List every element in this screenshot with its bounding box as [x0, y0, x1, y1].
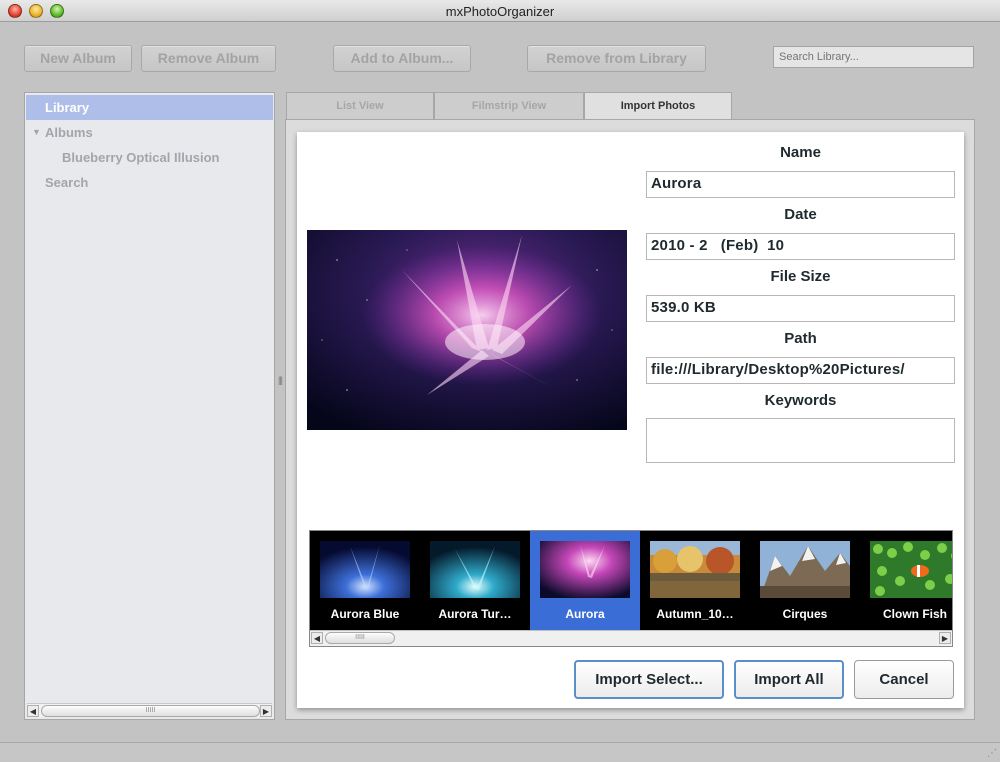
import-card: Name Aurora Date 2010 - 2 (Feb) 10 File … — [297, 132, 964, 708]
thumbnail-caption: Aurora Tur… — [438, 607, 512, 621]
sidebar-item-label: Search — [45, 175, 89, 190]
remove-album-button[interactable]: Remove Album — [141, 45, 276, 72]
keywords-field[interactable] — [646, 418, 955, 463]
status-bar: ⋰ — [0, 742, 1000, 762]
sidebar-item-label: Library — [45, 100, 90, 115]
window-title: mxPhotoOrganizer — [445, 4, 555, 19]
thumbnail-caption: Clown Fish — [883, 607, 947, 621]
sidebar-item-search[interactable]: Search — [26, 170, 273, 195]
thumbnail-image — [430, 541, 520, 598]
split-view-divider-handle[interactable]: ||| — [278, 375, 284, 389]
sidebar-item-albums[interactable]: ▼ Albums — [26, 120, 273, 145]
path-field[interactable]: file:///Library/Desktop%20Pictures/ — [646, 357, 955, 384]
date-label: Date — [784, 206, 817, 223]
filmstrip-horizontal-scrollbar[interactable]: ◀ IIIII ▶ — [310, 630, 952, 646]
thumbnail-image — [650, 541, 740, 598]
photo-preview-image — [307, 230, 627, 430]
scroll-right-arrow-icon[interactable]: ▶ — [939, 632, 951, 644]
scroll-thumb[interactable]: IIIII — [325, 632, 395, 644]
thumbnail-caption: Autumn_10… — [656, 607, 734, 621]
filmstrip-item-autumn[interactable]: Autumn_10… — [640, 531, 750, 631]
name-field[interactable]: Aurora — [646, 171, 955, 198]
thumbnail-image — [540, 541, 630, 598]
file-size-label: File Size — [770, 268, 831, 285]
remove-from-library-button[interactable]: Remove from Library — [527, 45, 706, 72]
scroll-left-arrow-icon[interactable]: ◀ — [27, 705, 39, 717]
thumbnail-caption: Cirques — [782, 607, 828, 621]
tab-import-photos[interactable]: Import Photos — [584, 92, 732, 120]
import-photos-panel: Name Aurora Date 2010 - 2 (Feb) 10 File … — [285, 119, 975, 720]
search-library-input[interactable] — [773, 46, 974, 68]
resize-grip-icon[interactable]: ⋰ — [987, 748, 997, 759]
sidebar-item-library[interactable]: Library — [26, 95, 273, 120]
import-all-button[interactable]: Import All — [734, 660, 844, 699]
thumbnail-caption: Aurora — [565, 607, 605, 621]
import-selected-button[interactable]: Import Select... — [574, 660, 724, 699]
new-album-button[interactable]: New Album — [24, 45, 132, 72]
sidebar-item-label: Blueberry Optical Illusion — [62, 150, 220, 165]
filmstrip-item-aurora-blue[interactable]: Aurora Blue — [310, 531, 420, 631]
scroll-left-arrow-icon[interactable]: ◀ — [311, 632, 323, 644]
name-label: Name — [780, 144, 821, 161]
thumbnail-image — [760, 541, 850, 598]
title-bar: mxPhotoOrganizer — [0, 0, 1000, 22]
sidebar-horizontal-scrollbar[interactable]: ◀ IIIII ▶ — [27, 703, 272, 717]
add-to-album-button[interactable]: Add to Album... — [333, 45, 471, 72]
disclosure-triangle-icon[interactable]: ▼ — [32, 120, 41, 145]
thumbnail-caption: Aurora Blue — [330, 607, 400, 621]
filmstrip: Aurora Blue Aurora Tur… Aurora Autumn_10… — [309, 530, 953, 647]
scroll-right-arrow-icon[interactable]: ▶ — [260, 705, 272, 717]
path-label: Path — [784, 330, 817, 347]
cancel-button[interactable]: Cancel — [854, 660, 954, 699]
sidebar-item-blueberry-optical-illusion[interactable]: Blueberry Optical Illusion — [26, 145, 273, 170]
filmstrip-item-aurora-turquoise[interactable]: Aurora Tur… — [420, 531, 530, 631]
thumbnail-image — [870, 541, 952, 598]
thumbnail-image — [320, 541, 410, 598]
date-field[interactable]: 2010 - 2 (Feb) 10 — [646, 233, 955, 260]
tab-filmstrip-view[interactable]: Filmstrip View — [434, 92, 584, 119]
filmstrip-item-clown-fish[interactable]: Clown Fish — [860, 531, 952, 631]
tab-list-view[interactable]: List View — [286, 92, 434, 119]
sidebar-item-label: Albums — [45, 125, 93, 140]
file-size-field[interactable]: 539.0 KB — [646, 295, 955, 322]
filmstrip-item-cirques[interactable]: Cirques — [750, 531, 860, 631]
scroll-thumb[interactable]: IIIII — [41, 705, 260, 717]
keywords-label: Keywords — [764, 392, 837, 409]
sidebar-tree: Library ▼ Albums Blueberry Optical Illus… — [24, 92, 275, 720]
filmstrip-item-aurora[interactable]: Aurora — [530, 531, 640, 631]
